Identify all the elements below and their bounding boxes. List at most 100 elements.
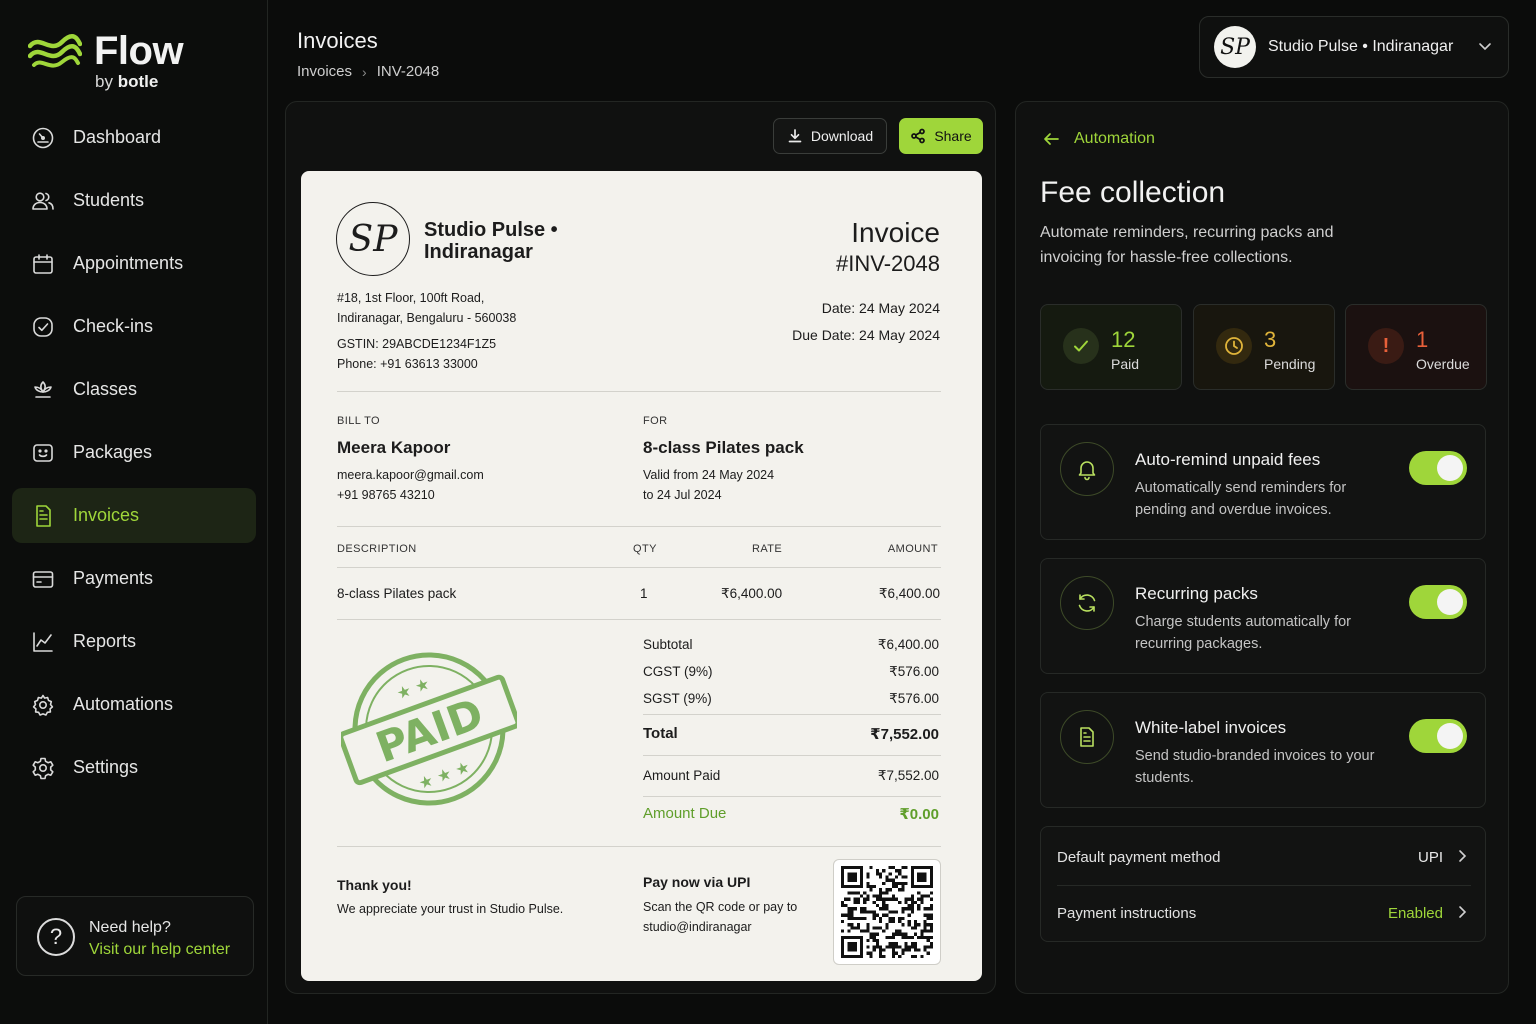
chevron-down-icon (1479, 43, 1491, 51)
invoice-due-date: Due Date: 24 May 2024 (792, 327, 940, 343)
studio-switcher[interactable]: SP Studio Pulse • Indiranagar (1199, 16, 1509, 78)
address-line-1: #18, 1st Floor, 100ft Road, (337, 291, 485, 305)
help-icon: ? (37, 918, 75, 956)
back-to-automation[interactable]: Automation (1042, 130, 1155, 148)
check-icon (1063, 328, 1099, 364)
qr-code-icon (841, 866, 933, 958)
cgst-value: ₹576.00 (889, 664, 939, 679)
page-title: Invoices (297, 28, 378, 53)
sgst-label: SGST (9%) (643, 691, 712, 706)
sidebar-item-label: Classes (73, 379, 138, 399)
stat-pending-label: Pending (1264, 356, 1316, 372)
option-value: UPI (1417, 848, 1443, 866)
sidebar-item-students[interactable]: Students (12, 173, 256, 228)
divider (643, 796, 941, 797)
upi-qr-code[interactable] (833, 859, 941, 965)
studio-address: #18, 1st Floor, 100ft Road, Indiranagar,… (337, 289, 516, 328)
alert-icon: ! (1368, 328, 1404, 364)
option-value: Enabled (1387, 904, 1443, 922)
thank-you-note: We appreciate your trust in Studio Pulse… (337, 902, 564, 916)
recurring-packs-card: Recurring packs Charge students automati… (1040, 558, 1486, 674)
column-rate: RATE (752, 543, 783, 555)
sidebar-item-reports[interactable]: Reports (12, 614, 256, 669)
amount-paid-value: ₹7,552.00 (877, 768, 939, 783)
invoice-document: SP Studio Pulse • Indiranagar Invoice #I… (301, 171, 982, 981)
default-payment-method-row[interactable]: Default payment method UPI (1057, 829, 1471, 885)
brand-sub-name: botle (117, 72, 159, 91)
clock-icon (1216, 328, 1252, 364)
sgst-value: ₹576.00 (889, 691, 939, 706)
breadcrumb-chevron-icon: › (362, 63, 367, 80)
white-label-toggle[interactable] (1409, 719, 1467, 753)
chevron-right-icon (1459, 850, 1467, 862)
brand[interactable]: Flow by botle (28, 28, 248, 98)
studio-tax-info: GSTIN: 29ABCDE1234F1Z5 Phone: +91 63613 … (337, 335, 496, 374)
paid-stamp: ★ ★ ★ ★ ★ PAID (341, 652, 517, 806)
divider (337, 526, 941, 527)
option-label: Default payment method (1057, 848, 1221, 866)
sidebar-item-automations[interactable]: Automations (12, 677, 256, 732)
brand-name: Flow (94, 29, 184, 73)
thank-you: Thank you! (337, 877, 412, 893)
sidebar-item-payments[interactable]: Payments (12, 551, 256, 606)
invoice-date: Date: 24 May 2024 (821, 300, 940, 316)
sidebar-item-check-ins[interactable]: Check-ins (12, 299, 256, 354)
address-line-2: Indiranagar, Bengaluru - 560038 (337, 310, 517, 325)
help-center-link[interactable]: Visit our help center (89, 941, 230, 959)
sidebar-item-settings[interactable]: Settings (12, 740, 256, 795)
gstin: GSTIN: 29ABCDE1234F1Z5 (337, 337, 497, 351)
total-label: Total (643, 725, 678, 742)
stat-paid[interactable]: 12 Paid (1040, 304, 1182, 390)
amount-paid-label: Amount Paid (643, 768, 721, 783)
bill-to-label: BILL TO (337, 415, 380, 427)
refresh-icon (1060, 576, 1114, 630)
sidebar-item-label: Payments (73, 568, 154, 588)
divider (337, 567, 941, 568)
stat-overdue-label: Overdue (1416, 356, 1470, 372)
invoice-panel: Download Share SP Studio Pulse • Indiran… (285, 101, 996, 994)
stat-overdue-count: 1 (1416, 327, 1429, 352)
recurring-packs-desc: Charge students automatically for recurr… (1135, 614, 1351, 652)
share-label: Share (934, 128, 972, 144)
breadcrumb-invoices[interactable]: Invoices (297, 63, 352, 80)
dashboard-icon (30, 125, 56, 151)
sidebar-item-invoices[interactable]: Invoices (12, 488, 256, 543)
upi-instructions: Scan the QR code or pay to studio@indira… (643, 900, 798, 934)
package-icon (30, 440, 56, 466)
sidebar-item-dashboard[interactable]: Dashboard (12, 110, 256, 165)
download-button[interactable]: Download (773, 118, 887, 154)
payment-instructions-row[interactable]: Payment instructions Enabled (1057, 885, 1471, 941)
amount-due-value: ₹0.00 (899, 806, 939, 823)
studio-switcher-label: Studio Pulse • Indiranagar (1268, 38, 1454, 55)
studio-avatar: SP (1214, 26, 1256, 68)
sidebar-item-label: Check-ins (73, 316, 154, 336)
stat-pending[interactable]: 3 Pending (1193, 304, 1335, 390)
validity-from: Valid from 24 May 2024 (643, 468, 775, 482)
upi-title: Pay now via UPI (643, 874, 751, 890)
line-qty: 1 (640, 586, 648, 601)
calendar-icon (30, 251, 56, 277)
help-box[interactable]: ? Need help? Visit our help center (16, 896, 254, 976)
download-icon (788, 129, 802, 143)
stat-paid-label: Paid (1111, 356, 1140, 372)
cgst-label: CGST (9%) (643, 664, 713, 679)
stat-overdue[interactable]: ! 1 Overdue (1345, 304, 1487, 390)
sidebar-item-label: Settings (73, 757, 139, 777)
automation-panel: Automation Fee collection Automate remin… (1015, 101, 1509, 994)
download-label: Download (810, 128, 874, 144)
for-label: FOR (643, 415, 668, 427)
breadcrumb-current: INV-2048 (376, 63, 440, 80)
sidebar-item-appointments[interactable]: Appointments (12, 236, 256, 291)
share-button[interactable]: Share (899, 118, 983, 154)
users-icon (30, 188, 56, 214)
recurring-packs-toggle[interactable] (1409, 585, 1467, 619)
payment-options: Default payment method UPI Payment instr… (1040, 826, 1486, 942)
sidebar-item-packages[interactable]: Packages (12, 425, 256, 480)
auto-remind-title: Auto-remind unpaid fees (1135, 450, 1321, 469)
white-label-card: White-label invoices Send studio-branded… (1040, 692, 1486, 808)
white-label-desc: Send studio-branded invoices to your stu… (1135, 748, 1375, 786)
auto-remind-toggle[interactable] (1409, 451, 1467, 485)
brand-sub-prefix: by (95, 72, 113, 91)
option-label: Payment instructions (1057, 904, 1197, 922)
sidebar-item-classes[interactable]: Classes (12, 362, 256, 417)
